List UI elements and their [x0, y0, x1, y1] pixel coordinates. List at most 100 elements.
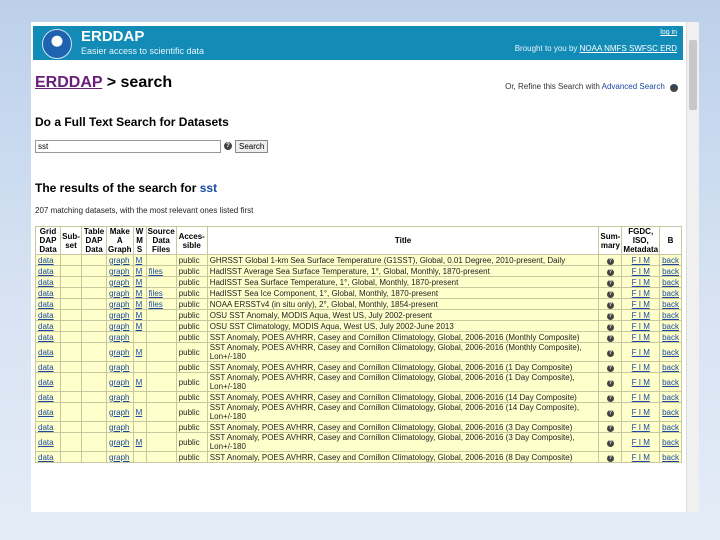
metadata-links[interactable]: F I M: [621, 320, 661, 332]
grid-data-link[interactable]: data: [35, 391, 61, 403]
info-icon[interactable]: ?: [606, 302, 614, 309]
info-icon[interactable]: ?: [606, 350, 614, 357]
grid-data-link[interactable]: data: [35, 320, 61, 332]
background-link[interactable]: back: [659, 276, 682, 288]
info-icon[interactable]: ?: [606, 395, 614, 402]
summary-info-icon[interactable]: ?: [598, 421, 623, 433]
metadata-links[interactable]: F I M: [621, 342, 661, 362]
grid-data-link[interactable]: data: [35, 361, 61, 373]
source-files-link[interactable]: [145, 276, 177, 288]
background-link[interactable]: back: [659, 265, 682, 277]
make-graph-link[interactable]: graph: [106, 451, 134, 463]
source-files-link[interactable]: [145, 402, 177, 422]
wms-link[interactable]: M: [132, 402, 147, 422]
source-files-link[interactable]: [145, 372, 177, 392]
vertical-scrollbar[interactable]: [686, 22, 699, 512]
summary-info-icon[interactable]: ?: [598, 331, 623, 343]
background-link[interactable]: back: [659, 432, 682, 452]
make-graph-link[interactable]: graph: [106, 265, 134, 277]
wms-link[interactable]: [132, 451, 147, 463]
wms-link[interactable]: M: [132, 254, 147, 266]
summary-info-icon[interactable]: ?: [598, 254, 623, 266]
summary-info-icon[interactable]: ?: [598, 432, 623, 452]
source-files-link[interactable]: [145, 331, 177, 343]
grid-data-link[interactable]: data: [35, 402, 61, 422]
summary-info-icon[interactable]: ?: [598, 298, 623, 310]
make-graph-link[interactable]: graph: [106, 391, 134, 403]
wms-link[interactable]: M: [132, 432, 147, 452]
grid-data-link[interactable]: data: [35, 298, 61, 310]
source-files-link[interactable]: [145, 320, 177, 332]
wms-link[interactable]: M: [132, 276, 147, 288]
grid-data-link[interactable]: data: [35, 276, 61, 288]
make-graph-link[interactable]: graph: [106, 372, 134, 392]
make-graph-link[interactable]: graph: [106, 254, 134, 266]
grid-data-link[interactable]: data: [35, 309, 61, 321]
source-files-link[interactable]: [145, 432, 177, 452]
source-files-link[interactable]: [145, 391, 177, 403]
background-link[interactable]: back: [659, 451, 682, 463]
background-link[interactable]: back: [659, 421, 682, 433]
wms-link[interactable]: M: [132, 287, 147, 299]
info-icon[interactable]: ?: [606, 291, 614, 298]
make-graph-link[interactable]: graph: [106, 402, 134, 422]
wms-link[interactable]: M: [132, 265, 147, 277]
wms-link[interactable]: M: [132, 298, 147, 310]
grid-data-link[interactable]: data: [35, 331, 61, 343]
make-graph-link[interactable]: graph: [106, 421, 134, 433]
background-link[interactable]: back: [659, 309, 682, 321]
login-link[interactable]: log in: [660, 29, 677, 36]
info-icon[interactable]: ?: [606, 313, 614, 320]
info-icon[interactable]: ?: [606, 335, 614, 342]
wms-link[interactable]: [132, 331, 147, 343]
grid-data-link[interactable]: data: [35, 265, 61, 277]
breadcrumb-home-link[interactable]: ERDDAP: [35, 74, 102, 91]
background-link[interactable]: back: [659, 342, 682, 362]
summary-info-icon[interactable]: ?: [598, 451, 623, 463]
search-input[interactable]: sst: [35, 139, 221, 153]
info-icon[interactable]: ?: [606, 365, 614, 372]
info-icon[interactable]: ?: [606, 280, 614, 287]
metadata-links[interactable]: F I M: [621, 298, 661, 310]
grid-data-link[interactable]: data: [35, 451, 61, 463]
source-files-link[interactable]: [145, 451, 177, 463]
grid-data-link[interactable]: data: [35, 421, 61, 433]
grid-data-link[interactable]: data: [35, 287, 61, 299]
summary-info-icon[interactable]: ?: [598, 287, 623, 299]
source-files-link[interactable]: files: [145, 287, 177, 299]
background-link[interactable]: back: [659, 372, 682, 392]
summary-info-icon[interactable]: ?: [598, 391, 623, 403]
info-icon[interactable]: ?: [606, 410, 614, 417]
summary-info-icon[interactable]: ?: [598, 309, 623, 321]
wms-link[interactable]: [132, 391, 147, 403]
make-graph-link[interactable]: graph: [106, 309, 134, 321]
grid-data-link[interactable]: data: [35, 254, 61, 266]
grid-data-link[interactable]: data: [35, 432, 61, 452]
wms-link[interactable]: M: [132, 320, 147, 332]
metadata-links[interactable]: F I M: [621, 432, 661, 452]
info-icon[interactable]: ?: [606, 455, 614, 462]
background-link[interactable]: back: [659, 254, 682, 266]
background-link[interactable]: back: [659, 402, 682, 422]
make-graph-link[interactable]: graph: [106, 298, 134, 310]
summary-info-icon[interactable]: ?: [598, 320, 623, 332]
help-icon[interactable]: ?: [670, 84, 678, 92]
metadata-links[interactable]: F I M: [621, 265, 661, 277]
background-link[interactable]: back: [659, 287, 682, 299]
source-files-link[interactable]: files: [145, 298, 177, 310]
summary-info-icon[interactable]: ?: [598, 361, 623, 373]
make-graph-link[interactable]: graph: [106, 432, 134, 452]
info-icon[interactable]: ?: [606, 258, 614, 265]
source-files-link[interactable]: [145, 342, 177, 362]
make-graph-link[interactable]: graph: [106, 320, 134, 332]
wms-link[interactable]: [132, 421, 147, 433]
metadata-links[interactable]: F I M: [621, 331, 661, 343]
search-button[interactable]: Search: [235, 139, 269, 153]
source-files-link[interactable]: [145, 309, 177, 321]
source-files-link[interactable]: [145, 421, 177, 433]
background-link[interactable]: back: [659, 391, 682, 403]
info-icon[interactable]: ?: [606, 440, 614, 447]
summary-info-icon[interactable]: ?: [598, 342, 623, 362]
info-icon[interactable]: ?: [606, 269, 614, 276]
metadata-links[interactable]: F I M: [621, 451, 661, 463]
